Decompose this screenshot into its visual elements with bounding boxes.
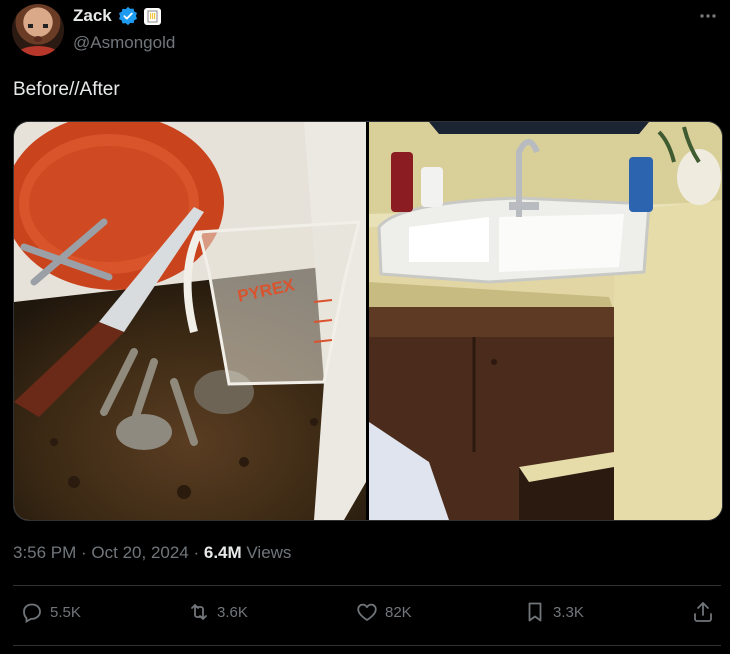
share-icon <box>691 600 715 624</box>
bookmark-icon <box>523 600 547 624</box>
more-icon[interactable] <box>698 6 718 31</box>
avatar-shirt <box>16 46 60 56</box>
like-icon <box>355 600 379 624</box>
before-photo[interactable]: PYREX <box>14 122 366 520</box>
repost-count: 3.6K <box>217 603 248 621</box>
before-photo-illustration: PYREX <box>14 122 366 520</box>
avatar-eyes <box>28 24 48 28</box>
bookmark-button[interactable]: 3.3K <box>523 600 584 624</box>
after-photo-illustration <box>369 122 722 520</box>
affiliate-badge-icon[interactable] <box>143 7 161 25</box>
tweet-media[interactable]: PYREX <box>13 121 723 521</box>
author-display-name[interactable]: Zack <box>73 6 112 26</box>
tweet-time[interactable]: 3:56 PM <box>13 543 76 562</box>
avatar[interactable] <box>12 4 64 56</box>
divider-top <box>13 585 721 586</box>
repost-icon <box>187 600 211 624</box>
verified-badge-icon[interactable] <box>118 6 138 26</box>
tweet-date[interactable]: Oct 20, 2024 <box>91 543 188 562</box>
like-button[interactable]: 82K <box>355 600 412 624</box>
tweet-actions: 5.5K 3.6K 82K 3.3K <box>13 600 721 630</box>
repost-button[interactable]: 3.6K <box>187 600 248 624</box>
avatar-mouth <box>34 36 42 42</box>
like-count: 82K <box>385 603 412 621</box>
views-label: Views <box>241 543 292 562</box>
reply-icon <box>20 600 44 624</box>
author-handle[interactable]: @Asmongold <box>73 33 175 53</box>
bookmark-count: 3.3K <box>553 603 584 621</box>
after-photo[interactable] <box>369 122 722 520</box>
share-button[interactable] <box>691 600 715 624</box>
tweet-text: Before//After <box>13 79 120 100</box>
author-name-row: Zack <box>73 6 161 26</box>
views-count: 6.4M <box>203 543 242 562</box>
divider-bottom <box>13 645 721 646</box>
tweet-meta: 3:56 PM · Oct 20, 2024 · 6.4M Views <box>13 543 291 563</box>
reply-count: 5.5K <box>50 603 81 621</box>
meta-separator: · <box>76 543 92 562</box>
reply-button[interactable]: 5.5K <box>20 600 81 624</box>
meta-separator-2: · <box>188 543 204 562</box>
